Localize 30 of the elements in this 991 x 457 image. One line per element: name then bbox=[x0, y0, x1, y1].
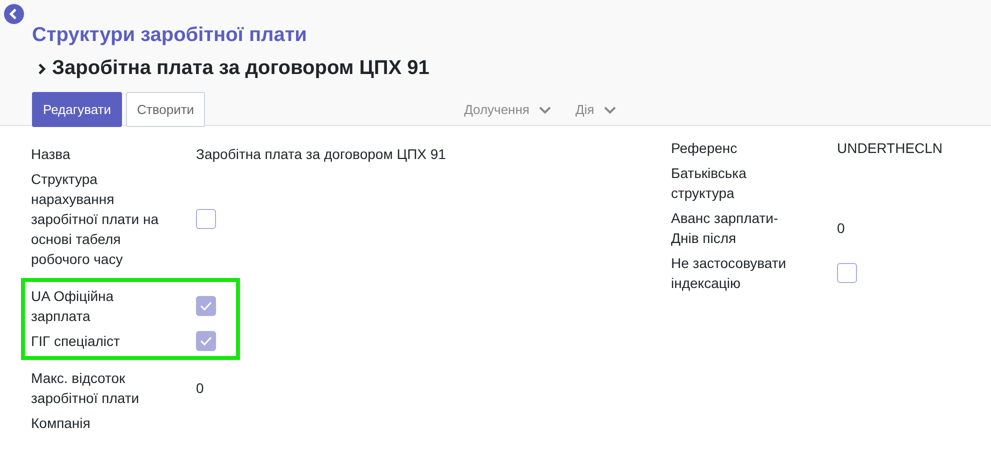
dropdown-menu[interactable]: Дія bbox=[575, 102, 616, 117]
field-value: Заробітна плата за договором ЦПХ 91 bbox=[196, 146, 446, 162]
field-label: Аванс зарплати-Днів після bbox=[671, 209, 780, 248]
checkbox[interactable] bbox=[196, 296, 216, 316]
checkbox[interactable] bbox=[196, 209, 216, 229]
field-label: Макс. відсоток заробітної плати bbox=[31, 369, 140, 408]
chevron-icon bbox=[38, 62, 46, 74]
field-label: Структура нарахування заробітної плати на основі табеля робочого часу bbox=[31, 170, 160, 269]
field-label: ГІГ спеціаліст bbox=[31, 332, 121, 351]
create-button[interactable]: Створити bbox=[126, 92, 206, 127]
record-title: Заробітна плата за договором ЦПХ 91 bbox=[52, 57, 430, 80]
checkbox[interactable] bbox=[837, 263, 857, 283]
caret-icon bbox=[539, 106, 552, 114]
field-label: Референс bbox=[671, 139, 738, 158]
edit-button[interactable]: Редагувати bbox=[32, 92, 122, 127]
field-label: Батьківська структура bbox=[671, 164, 748, 203]
field-value: UNDERTHECLN bbox=[837, 140, 943, 156]
dropdown-menu[interactable]: Долучення bbox=[464, 102, 552, 117]
field-label: Назва bbox=[31, 145, 72, 164]
field-label: UA Офіційна зарплата bbox=[31, 287, 115, 326]
back-icon[interactable] bbox=[4, 4, 24, 24]
breadcrumb-link[interactable]: Структури заробітної плати bbox=[32, 24, 307, 47]
caret-icon bbox=[604, 106, 616, 114]
field-value: 0 bbox=[837, 220, 845, 236]
check-icon bbox=[200, 336, 212, 346]
checkbox[interactable] bbox=[196, 331, 216, 351]
field-label: Компанія bbox=[31, 414, 92, 433]
field-value: 0 bbox=[196, 380, 204, 396]
check-icon bbox=[200, 301, 212, 311]
field-label: Не застосовувати індексацію bbox=[671, 254, 788, 293]
